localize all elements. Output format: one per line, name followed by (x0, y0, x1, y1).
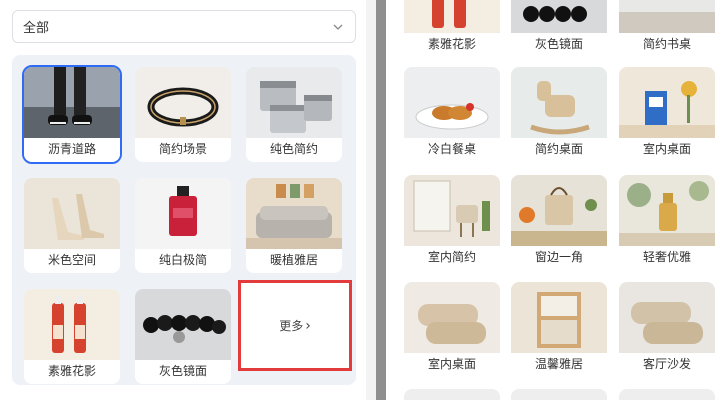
scene-card[interactable]: 沥青道路 (22, 65, 122, 164)
scene-thumbnail (404, 282, 500, 353)
result-card-label: 素雅花影 (404, 33, 500, 57)
scene-card-label: 素雅花影 (24, 360, 120, 384)
scene-card[interactable]: 米色空间 (24, 178, 120, 273)
scene-thumbnail (24, 67, 120, 138)
result-card[interactable] (404, 389, 500, 400)
scene-card-label: 纯白极简 (135, 249, 231, 273)
scene-thumbnail (511, 282, 607, 353)
result-card-label: 简约书桌 (619, 33, 715, 57)
scene-picker-panel: 全部 沥青道路 简约场景 纯色简约 米色空间 纯白极简 暖植雅居 素雅花影 灰色… (0, 0, 366, 400)
result-card[interactable]: 简约书桌 (619, 0, 715, 57)
category-select[interactable]: 全部 (12, 10, 356, 43)
result-card[interactable]: 室内桌面 (404, 282, 500, 377)
more-button[interactable]: 更多 › (246, 288, 344, 363)
scene-card-label: 纯色简约 (246, 138, 342, 162)
scene-card[interactable]: 暖植雅居 (246, 178, 342, 273)
scene-thumbnail (511, 67, 607, 138)
scene-results-panel: 素雅花影 灰色镜面 简约书桌 冷白餐桌 简约桌面 室内桌面 室内简约 窗边一角 … (386, 0, 719, 400)
category-select-value: 全部 (23, 21, 50, 36)
result-card[interactable]: 轻奢优雅 (619, 175, 715, 270)
scene-thumbnail (404, 67, 500, 138)
result-card[interactable]: 灰色镜面 (511, 0, 607, 57)
result-card-label: 温馨雅居 (511, 353, 607, 377)
scene-thumbnail (619, 282, 715, 353)
result-card-label: 简约桌面 (511, 138, 607, 162)
result-card-label: 灰色镜面 (511, 33, 607, 57)
result-card[interactable]: 简约桌面 (511, 67, 607, 162)
scene-thumbnail (404, 175, 500, 246)
scene-card-label: 简约场景 (135, 138, 231, 162)
more-highlight: 更多 › (238, 280, 352, 371)
result-card[interactable]: 室内桌面 (619, 67, 715, 162)
scene-thumbnail (511, 0, 607, 33)
scene-thumbnail (246, 67, 342, 138)
scene-card[interactable]: 纯白极简 (135, 178, 231, 273)
result-card-label: 室内桌面 (619, 138, 715, 162)
result-card-label: 客厅沙发 (619, 353, 715, 377)
scene-card-label: 米色空间 (24, 249, 120, 273)
scene-thumbnail (619, 175, 715, 246)
scene-thumbnail (135, 67, 231, 138)
panel-divider (376, 0, 386, 400)
result-card[interactable]: 窗边一角 (511, 175, 607, 270)
result-card-label: 窗边一角 (511, 246, 607, 270)
result-card[interactable] (619, 389, 715, 400)
scene-card-label: 暖植雅居 (246, 249, 342, 273)
scene-card[interactable]: 素雅花影 (24, 289, 120, 384)
result-card[interactable]: 客厅沙发 (619, 282, 715, 377)
scene-thumbnail (135, 178, 231, 249)
scene-thumbnail (511, 175, 607, 246)
scene-card[interactable]: 简约场景 (135, 67, 231, 162)
scene-thumbnail (619, 0, 715, 33)
scene-thumbnail (404, 0, 500, 33)
scene-card-label: 灰色镜面 (135, 360, 231, 384)
scene-thumbnail (246, 178, 342, 249)
result-card[interactable] (511, 389, 607, 400)
scene-thumbnail (135, 289, 231, 360)
result-card-label: 室内桌面 (404, 353, 500, 377)
scene-thumbnail (24, 178, 120, 249)
chevron-right-icon: › (305, 317, 311, 334)
scrollbar-track[interactable] (366, 0, 376, 400)
result-card[interactable]: 室内简约 (404, 175, 500, 270)
scene-card-label: 沥青道路 (24, 138, 120, 162)
more-button-label: 更多 (279, 319, 304, 333)
scene-card[interactable]: 灰色镜面 (135, 289, 231, 384)
result-card[interactable]: 冷白餐桌 (404, 67, 500, 162)
result-card[interactable]: 素雅花影 (404, 0, 500, 57)
result-card-label: 轻奢优雅 (619, 246, 715, 270)
scene-thumbnail (24, 289, 120, 360)
result-card-label: 室内简约 (404, 246, 500, 270)
result-card-label: 冷白餐桌 (404, 138, 500, 162)
scene-card[interactable]: 纯色简约 (246, 67, 342, 162)
scene-thumbnail (619, 67, 715, 138)
chevron-down-icon (333, 24, 343, 30)
result-card[interactable]: 温馨雅居 (511, 282, 607, 377)
